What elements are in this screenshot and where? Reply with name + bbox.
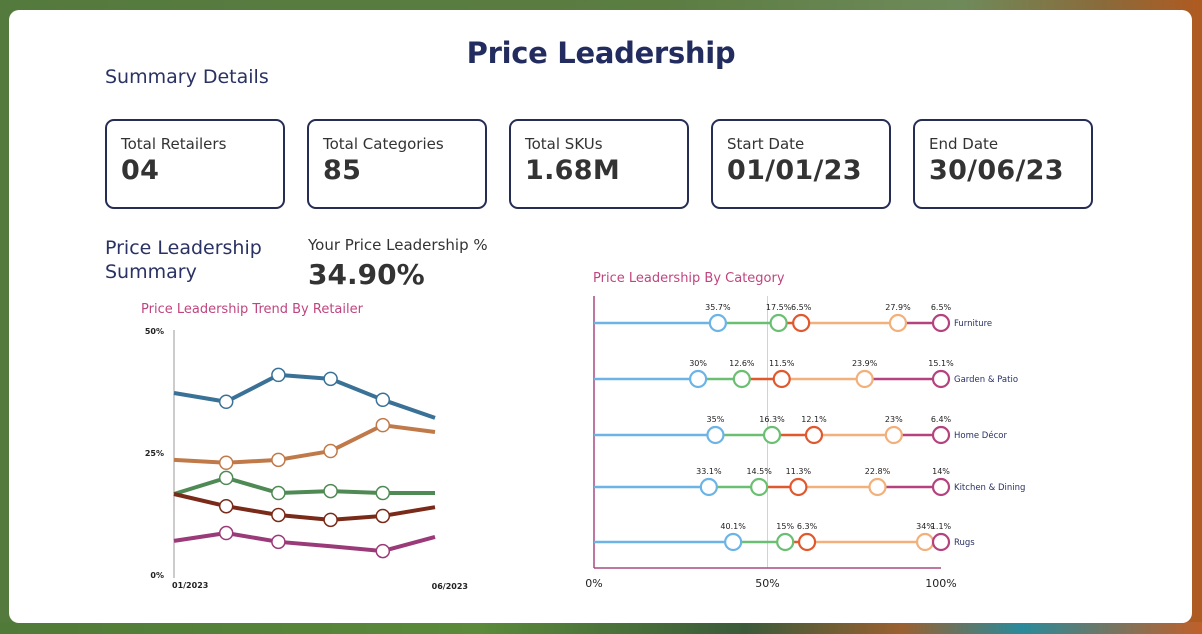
category-label: Furniture: [954, 319, 992, 329]
data-point: [375, 417, 391, 433]
series-line-2: [173, 423, 436, 465]
data-label: 35%: [707, 415, 725, 424]
segment-dot: [732, 369, 751, 389]
category-label: Kitchen & Dining: [954, 483, 1025, 493]
data-label: 11.3%: [786, 467, 812, 476]
category-label: Rugs: [954, 538, 975, 548]
x-tick-label: 06/2023: [432, 582, 468, 591]
data-label: 14%: [932, 467, 950, 476]
data-point: [375, 543, 391, 559]
data-label: 12.1%: [801, 415, 827, 424]
segment-dot: [762, 425, 782, 445]
series-line-3: [173, 475, 435, 496]
segment-dot: [931, 425, 951, 445]
data-label: 11.5%: [769, 359, 795, 368]
data-point: [271, 507, 286, 523]
segment-dot: [855, 369, 874, 389]
segment-dot: [772, 369, 791, 389]
segment-dot: [792, 313, 811, 333]
data-label: 22.8%: [865, 467, 891, 476]
data-label: 6.5%: [931, 303, 952, 312]
segment-dot: [915, 532, 935, 552]
charts-canvas: 0% 25% 50% 01/2023 06/2023 0% 50% 100% 35.7% 17.5…: [145, 296, 1025, 591]
data-label: 23.9%: [852, 359, 878, 368]
segment-dot: [724, 532, 743, 552]
data-point: [271, 485, 286, 501]
data-label: 15%: [776, 522, 794, 531]
x-tick-label: 01/2023: [172, 581, 208, 590]
data-label: 14.5%: [746, 467, 772, 476]
data-point: [375, 508, 391, 524]
segment-dot: [868, 477, 887, 497]
data-label: 35.7%: [705, 303, 731, 312]
data-label: 6.4%: [931, 415, 952, 424]
segment-dot: [804, 425, 824, 445]
segment-dot: [884, 425, 903, 445]
data-label: 40.1%: [720, 522, 746, 531]
segment-dot: [888, 313, 908, 333]
data-point: [271, 452, 286, 468]
segment-dot: [931, 313, 951, 333]
data-label: 1.1%: [931, 522, 952, 531]
data-point: [271, 367, 286, 383]
y-tick-label: 50%: [145, 327, 164, 336]
segment-dot: [776, 532, 795, 552]
data-point: [218, 470, 234, 486]
data-label: 16.3%: [759, 415, 785, 424]
series-line-1: [173, 372, 436, 420]
segment-dot: [789, 477, 808, 497]
y-tick-label: 0%: [150, 571, 164, 580]
x-tick-label: 100%: [925, 577, 956, 590]
data-point: [218, 498, 234, 514]
segment-dot: [769, 313, 788, 333]
segment-dot: [708, 313, 727, 333]
data-label: 6.5%: [791, 303, 812, 312]
segment-dot: [931, 369, 951, 389]
segment-dot: [750, 477, 769, 497]
data-label: 12.6%: [729, 359, 755, 368]
segment-dot: [706, 425, 725, 445]
category-label: Home Décor: [954, 430, 1007, 441]
segment-dot: [797, 532, 817, 552]
data-label: 6.3%: [797, 522, 818, 531]
segment-dot: [699, 477, 718, 497]
x-tick-label: 50%: [755, 577, 779, 590]
data-label: 27.9%: [885, 303, 911, 312]
data-point: [218, 394, 234, 410]
data-point: [323, 371, 338, 387]
category-label: Garden & Patio: [954, 375, 1018, 385]
data-label: 15.1%: [928, 359, 954, 368]
data-label: 23%: [885, 415, 903, 424]
data-label: 30%: [689, 359, 707, 368]
x-tick-label: 0%: [585, 577, 602, 590]
y-tick-label: 25%: [145, 449, 164, 458]
data-label: 33.1%: [696, 467, 722, 476]
series-line-4: [173, 492, 436, 522]
segment-dot: [931, 532, 951, 552]
data-label: 17.5%: [766, 303, 792, 312]
data-point: [323, 512, 338, 528]
data-point: [271, 534, 286, 550]
data-point: [323, 483, 338, 499]
data-point: [375, 485, 391, 501]
data-point: [323, 443, 338, 459]
data-point: [218, 525, 234, 541]
segment-dot: [931, 477, 951, 497]
segment-dot: [688, 369, 708, 389]
data-point: [375, 392, 391, 408]
series-line-5: [173, 531, 436, 554]
data-point: [218, 455, 234, 471]
